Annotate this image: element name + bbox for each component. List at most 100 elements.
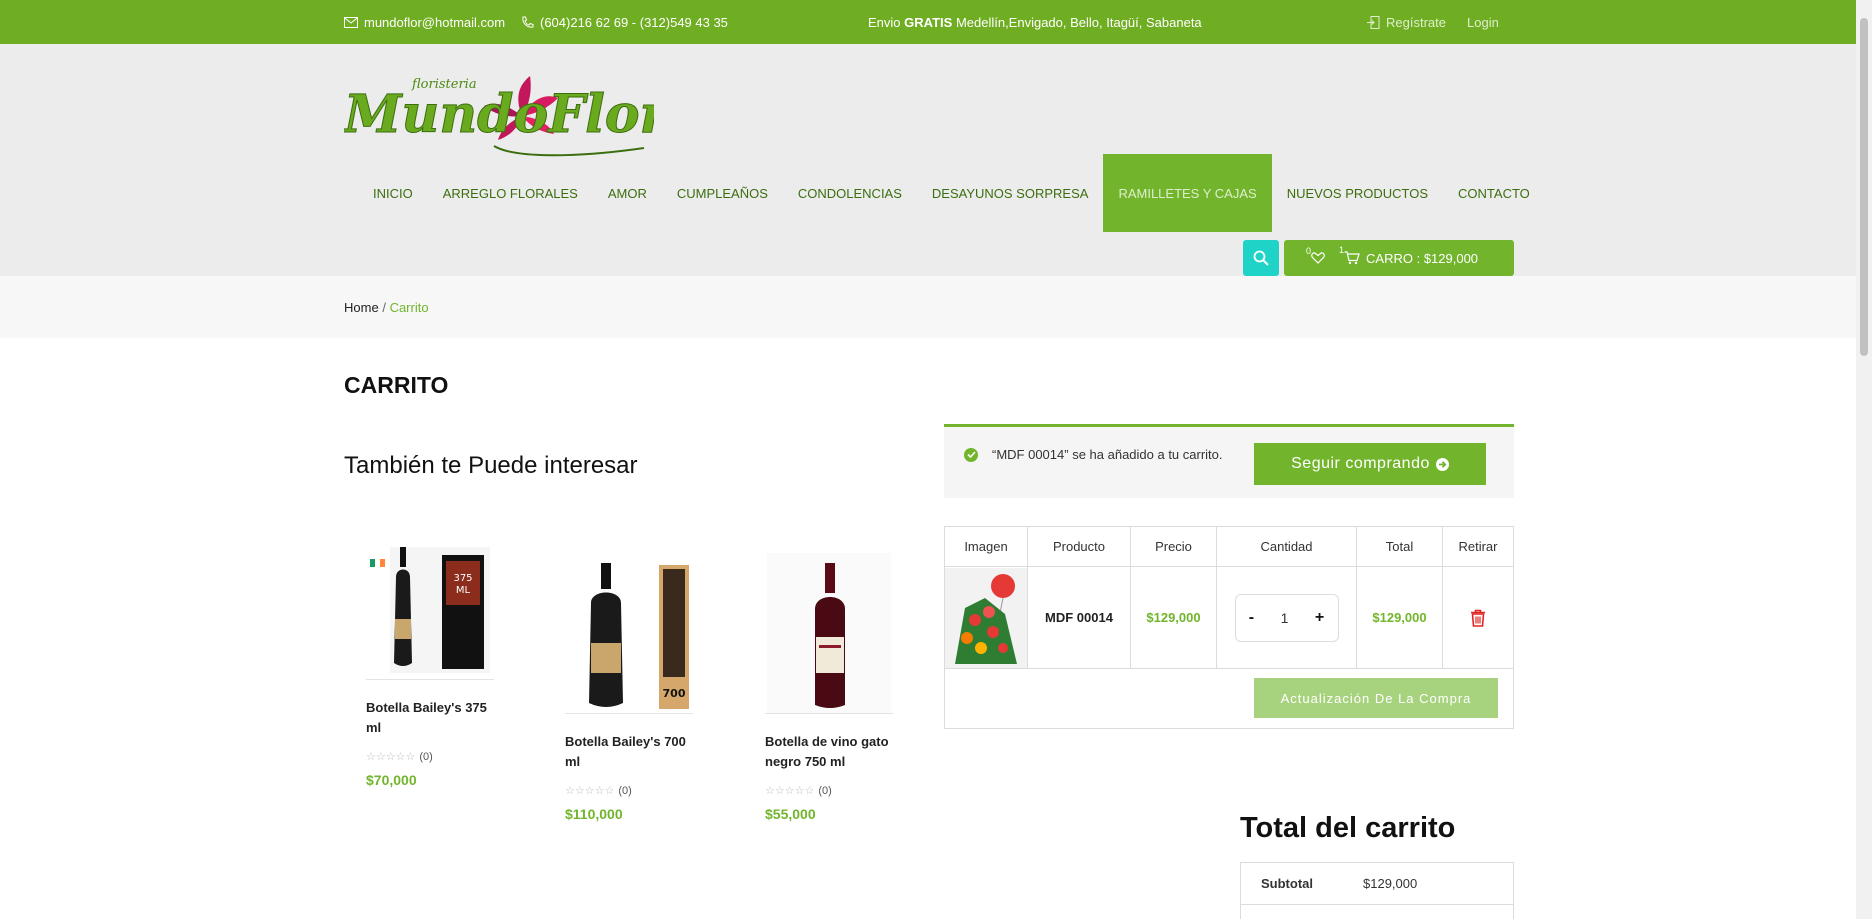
wishlist[interactable]: 0	[1306, 246, 1325, 264]
quantity-value[interactable]: 1	[1281, 610, 1289, 626]
top-bar: mundoflor@hotmail.com (604)216 62 69 - (…	[0, 0, 1872, 44]
subtotal-label: Subtotal	[1261, 876, 1313, 891]
cart-icon	[1344, 251, 1360, 265]
mail-icon	[344, 16, 358, 28]
nav-nuevos-productos[interactable]: NUEVOS PRODUCTOS	[1272, 154, 1443, 232]
cart-summary[interactable]: 1	[1339, 245, 1360, 265]
search-button[interactable]	[1243, 240, 1279, 276]
col-header-product: Producto	[1028, 527, 1131, 566]
cart-item-total: $129,000	[1357, 567, 1443, 668]
cart-table-header: Imagen Producto Precio Cantidad Total Re…	[945, 527, 1513, 567]
nav-condolencias[interactable]: CONDOLENCIAS	[783, 154, 917, 232]
quantity-increase-button[interactable]: +	[1315, 609, 1324, 627]
product-card[interactable]: 700 Botella Bailey's 700 ml ☆☆☆☆☆ (0) $1…	[565, 536, 693, 822]
product-rating: ☆☆☆☆☆ (0)	[765, 784, 893, 798]
nav-cumpleanos[interactable]: CUMPLEAÑOS	[662, 154, 783, 232]
nav-inicio[interactable]: INICIO	[358, 154, 428, 232]
breadcrumb: Home / Carrito	[344, 300, 429, 315]
check-circle-icon	[964, 447, 978, 462]
shipping-cities: Medellín,Envigado, Bello, Itagüí, Sabane…	[955, 14, 1202, 30]
wishlist-count: 0	[1306, 246, 1312, 256]
shipping-prefix: Envio	[868, 14, 901, 30]
subtotal-row: Subtotal $129,000	[1241, 863, 1513, 905]
review-count: (0)	[419, 750, 433, 763]
phone-text: (604)216 62 69 - (312)549 43 35	[540, 14, 728, 30]
cart-button[interactable]: 0 1 CARRO : $129,000	[1284, 240, 1514, 276]
col-header-quantity: Cantidad	[1217, 527, 1357, 566]
product-name[interactable]: Botella de vino gato negro 750 ml	[765, 732, 893, 772]
email-contact[interactable]: mundoflor@hotmail.com	[344, 0, 505, 44]
product-rating: ☆☆☆☆☆ (0)	[366, 750, 494, 764]
product-image[interactable]	[765, 536, 893, 714]
page-scrollbar[interactable]	[1856, 0, 1872, 919]
cart-item-product[interactable]: MDF 00014	[1028, 567, 1131, 668]
phone-icon	[522, 16, 534, 28]
product-price: $70,000	[366, 772, 417, 788]
login-label: Login	[1467, 14, 1499, 30]
col-header-remove: Retirar	[1458, 539, 1498, 554]
login-link[interactable]: Login	[1467, 0, 1499, 44]
product-name[interactable]: Botella Bailey's 700 ml	[565, 732, 693, 772]
product-card[interactable]: 375 ML Botella Bailey's 375 ml ☆☆☆☆☆ (0)…	[366, 528, 494, 788]
phone-contact[interactable]: (604)216 62 69 - (312)549 43 35	[521, 0, 728, 44]
rating-stars-icon: ☆☆☆☆☆	[366, 751, 416, 763]
col-header-total: Total	[1357, 527, 1443, 566]
heart-icon	[1311, 252, 1325, 264]
notice-message: “MDF 00014” se ha añadido a tu carrito.	[964, 447, 1223, 462]
cart-table: Imagen Producto Precio Cantidad Total Re…	[944, 526, 1514, 729]
col-header-image: Imagen	[945, 527, 1028, 566]
quantity-decrease-button[interactable]: -	[1249, 609, 1254, 627]
cart-totals-table: Subtotal $129,000	[1240, 862, 1514, 919]
col-header-price: Precio	[1131, 527, 1217, 566]
product-price: $55,000	[765, 806, 816, 822]
register-icon	[1367, 15, 1380, 29]
continue-shopping-label: Seguir comprando	[1291, 455, 1430, 472]
cart-total-label: CARRO : $129,000	[1366, 250, 1479, 266]
product-rating: ☆☆☆☆☆ (0)	[565, 784, 693, 798]
shipping-free: GRATIS	[904, 14, 953, 30]
product-image[interactable]: 375 ML	[366, 528, 494, 680]
cart-totals-title: Total del carrito	[1240, 812, 1456, 844]
added-to-cart-notice: “MDF 00014” se ha añadido a tu carrito. …	[944, 424, 1514, 498]
scrollbar-thumb[interactable]	[1860, 18, 1868, 356]
remove-item-button[interactable]	[1443, 567, 1513, 668]
svg-text:700: 700	[663, 687, 686, 700]
shipping-notice: Envio GRATIS Medellín,Envigado, Bello, I…	[868, 0, 1202, 44]
continue-shopping-button[interactable]: Seguir comprando	[1254, 443, 1486, 485]
site-logo[interactable]: floristeria MundoFlor	[342, 66, 671, 158]
cart-item-price: $129,000	[1131, 567, 1217, 668]
cart-item-image[interactable]	[945, 567, 1028, 668]
nav-arreglo-florales[interactable]: ARREGLO FLORALES	[428, 154, 593, 232]
review-count: (0)	[818, 784, 832, 797]
product-price: $110,000	[565, 806, 623, 822]
main-nav: INICIO ARREGLO FLORALES AMOR CUMPLEAÑOS …	[358, 154, 1545, 232]
breadcrumb-separator: /	[382, 300, 386, 315]
arrow-right-icon	[1435, 457, 1449, 471]
product-image[interactable]: 700	[565, 536, 693, 714]
related-products-title: También te Puede interesar	[344, 452, 638, 479]
cart-count: 1	[1339, 245, 1345, 255]
logo-main-text: MundoFlor	[344, 84, 654, 145]
svg-text:ML: ML	[456, 585, 471, 596]
update-cart-button[interactable]: Actualización De La Compra	[1254, 678, 1498, 718]
breadcrumb-current: Carrito	[389, 300, 429, 315]
nav-desayunos-sorpresa[interactable]: DESAYUNOS SORPRESA	[917, 154, 1104, 232]
table-row: MDF 00014 $129,000 - 1 + $129,000	[945, 567, 1513, 669]
nav-contacto[interactable]: CONTACTO	[1443, 154, 1545, 232]
cart-item-quantity-cell: - 1 +	[1217, 567, 1357, 668]
search-icon	[1253, 250, 1269, 266]
trash-icon	[1471, 609, 1485, 627]
product-card[interactable]: Botella de vino gato negro 750 ml ☆☆☆☆☆ …	[765, 536, 893, 822]
breadcrumb-bar: Home / Carrito	[0, 276, 1872, 338]
quantity-stepper[interactable]: - 1 +	[1234, 593, 1339, 642]
register-link[interactable]: Regístrate	[1367, 0, 1446, 44]
svg-text:375: 375	[453, 573, 472, 584]
breadcrumb-home[interactable]: Home	[344, 300, 379, 315]
subtotal-value: $129,000	[1363, 876, 1418, 891]
review-count: (0)	[618, 784, 632, 797]
nav-amor[interactable]: AMOR	[593, 154, 662, 232]
email-text: mundoflor@hotmail.com	[364, 14, 506, 30]
product-name[interactable]: Botella Bailey's 375 ml	[366, 698, 494, 738]
nav-ramilletes-y-cajas[interactable]: RAMILLETES Y CAJAS	[1103, 154, 1272, 232]
page-title: CARRITO	[344, 372, 449, 398]
